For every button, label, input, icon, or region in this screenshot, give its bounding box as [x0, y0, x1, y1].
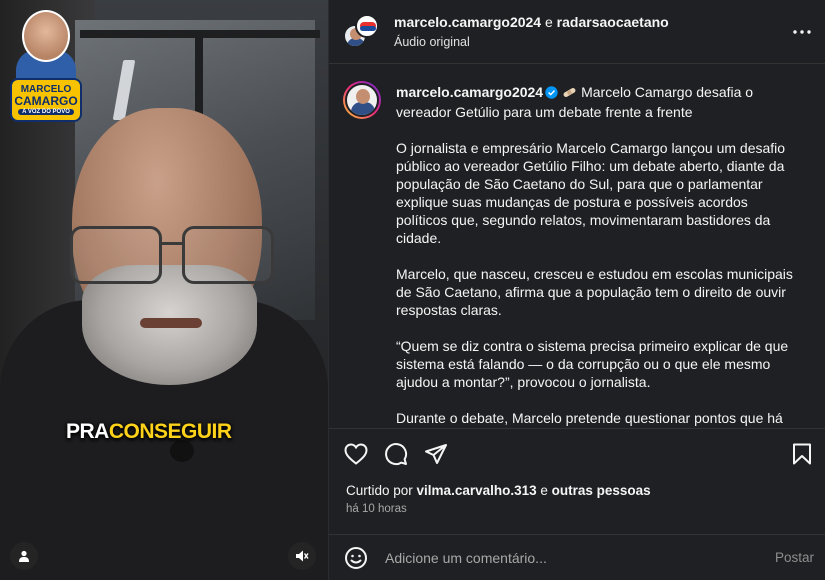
- caption-paragraph: O jornalista e empresário Marcelo Camarg…: [396, 140, 786, 246]
- likes-prefix: Curtido por: [346, 483, 417, 498]
- comment-button[interactable]: [383, 441, 409, 467]
- post-comment-button[interactable]: Postar: [775, 550, 814, 565]
- caption-paragraph: Marcelo, que nasceu, cresceu e estudou e…: [396, 266, 793, 318]
- badge-line-2: CAMARGO: [14, 94, 78, 108]
- caption-paragraph: Durante o debate, Marcelo pretende quest…: [396, 410, 783, 426]
- user-icon: [19, 550, 29, 562]
- bandage-emoji-icon: [562, 85, 577, 103]
- action-bar: [329, 428, 825, 480]
- likes-connector: e: [536, 483, 552, 498]
- avatar[interactable]: [355, 14, 379, 38]
- likes-summary: Curtido por vilma.carvalho.313 e outras …: [346, 483, 651, 498]
- badge-plate: MARCELO CAMARGO A VOZ DO POVO: [10, 78, 82, 122]
- avatar-inner: [345, 83, 379, 117]
- save-button[interactable]: [789, 441, 815, 467]
- subtitle-word-1: PRA: [66, 420, 109, 443]
- video-player[interactable]: MARCELO CAMARGO A VOZ DO POVO PRACONSEGU…: [0, 0, 328, 580]
- post-viewer: MARCELO CAMARGO A VOZ DO POVO PRACONSEGU…: [0, 0, 825, 580]
- comment-composer: Postar: [329, 534, 825, 580]
- caption-paragraph: “Quem se diz contra o sistema precisa pr…: [396, 338, 789, 390]
- post-info-panel: marcelo.camargo2024 e radarsaocaetano Áu…: [328, 0, 825, 580]
- bookmark-icon: [793, 443, 811, 465]
- audio-link[interactable]: Áudio original: [394, 35, 470, 49]
- like-button[interactable]: [343, 441, 369, 467]
- liker-username[interactable]: vilma.carvalho.313: [417, 483, 537, 498]
- comment-icon: [385, 443, 408, 466]
- emoji-button[interactable]: [343, 545, 369, 571]
- radar-logo-blue: [360, 26, 376, 31]
- post-timestamp[interactable]: há 10 horas: [346, 503, 407, 515]
- tagged-users-button[interactable]: [10, 542, 38, 570]
- glasses-lens-left: [70, 226, 162, 284]
- collab-avatars[interactable]: [343, 14, 381, 50]
- post-header: marcelo.camargo2024 e radarsaocaetano Áu…: [329, 0, 825, 64]
- smiley-icon: [345, 547, 367, 569]
- authors-connector: e: [541, 14, 557, 30]
- badge-line-3: A VOZ DO POVO: [18, 109, 74, 115]
- mute-toggle-button[interactable]: [288, 542, 316, 570]
- video-subtitle: PRACONSEGUIR: [66, 420, 232, 444]
- comment-input[interactable]: [385, 545, 755, 571]
- author-link-1[interactable]: marcelo.camargo2024: [394, 14, 541, 30]
- glasses-lens-right: [182, 226, 274, 284]
- avatar-face: [356, 89, 370, 104]
- post-caption: marcelo.camargo2024 Marcelo Camargo desaf…: [396, 83, 801, 427]
- verified-badge-icon: [545, 85, 558, 103]
- muted-speaker-icon: [296, 550, 309, 562]
- avatar-suit: [351, 102, 375, 115]
- caption-username[interactable]: marcelo.camargo2024: [396, 84, 543, 100]
- other-likers-link[interactable]: outras pessoas: [552, 483, 651, 498]
- post-authors: marcelo.camargo2024 e radarsaocaetano: [394, 14, 669, 30]
- badge-face: [22, 10, 70, 62]
- author-link-2[interactable]: radarsaocaetano: [557, 14, 669, 30]
- channel-badge-logo: MARCELO CAMARGO A VOZ DO POVO: [10, 8, 82, 123]
- share-button[interactable]: [423, 441, 449, 467]
- eyeglasses: [70, 218, 280, 288]
- send-icon: [425, 444, 447, 464]
- avatar[interactable]: [343, 81, 381, 119]
- person-mouth: [140, 318, 202, 328]
- caption-scroll-area[interactable]: marcelo.camargo2024 Marcelo Camargo desaf…: [329, 65, 825, 427]
- heart-icon: [344, 443, 368, 465]
- caption-title-line: marcelo.camargo2024 Marcelo Camargo desaf…: [396, 83, 801, 121]
- more-horizontal-icon: [793, 30, 811, 34]
- subtitle-word-2: CONSEGUIR: [108, 420, 232, 443]
- more-options-button[interactable]: [788, 18, 816, 46]
- glasses-bridge: [162, 242, 184, 245]
